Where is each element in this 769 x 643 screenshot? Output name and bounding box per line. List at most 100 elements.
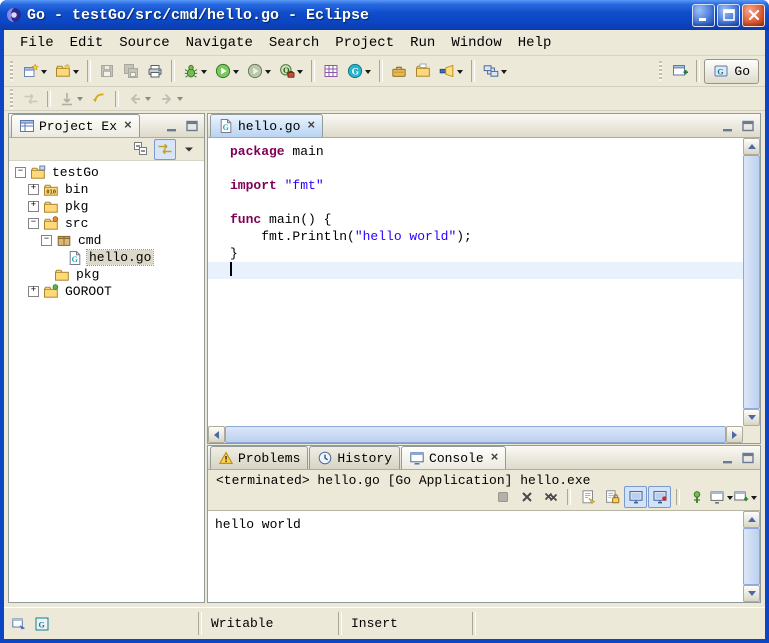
open-perspective-button[interactable] [668,58,692,84]
remove-all-terminated-button[interactable] [539,486,562,508]
perspective-go-button[interactable]: GGo [704,59,759,84]
collapse-all-button[interactable] [130,139,152,160]
tree-item-cmd[interactable]: −cmd [9,232,204,249]
expand-icon[interactable]: + [28,201,39,212]
toolbox-button[interactable] [387,58,411,84]
tab-project-explorer[interactable]: Project Ex × [11,114,140,137]
toolbar-grip[interactable] [659,61,662,81]
fast-view-icon[interactable] [11,616,27,632]
new-wizard-button[interactable] [19,58,51,84]
minimize-view-button[interactable] [163,117,181,134]
display-console-button[interactable] [709,486,732,508]
tree-item-bin[interactable]: +010bin [9,181,204,198]
expand-icon[interactable]: + [28,184,39,195]
close-button[interactable] [742,4,765,27]
vertical-scrollbar-thumb[interactable] [743,155,760,409]
menu-file[interactable]: File [12,33,62,53]
code-editor[interactable]: package mainimport "fmt"func main() { fm… [208,138,743,426]
menu-project[interactable]: Project [327,33,402,53]
stderr-monitor-button[interactable] [648,486,671,508]
collapse-icon[interactable]: − [15,167,26,178]
tree-item-testgo[interactable]: −testGo [9,164,204,181]
console-vertical-scrollbar[interactable] [743,511,760,602]
link-with-editor-button[interactable] [154,139,176,160]
last-edit-location-button[interactable] [87,86,111,112]
collapse-icon[interactable]: − [41,235,52,246]
tab-hello-go[interactable]: G hello.go × [210,114,323,137]
print-button[interactable] [143,58,167,84]
dropdown-arrow-icon[interactable] [77,97,83,104]
minimize-view-button[interactable] [719,449,737,466]
expand-icon[interactable]: + [28,286,39,297]
menu-search[interactable]: Search [261,33,327,53]
menu-run[interactable]: Run [402,33,443,53]
dropdown-arrow-icon[interactable] [365,70,371,77]
stdout-monitor-button[interactable] [624,486,647,508]
open-console-button[interactable] [733,486,756,508]
next-annotation-button[interactable] [55,86,87,112]
pin-console-button[interactable] [685,486,708,508]
dropdown-arrow-icon[interactable] [233,70,239,77]
vertical-scrollbar-thumb[interactable] [743,528,760,585]
forward-button[interactable] [155,86,187,112]
horizontal-scrollbar-thumb[interactable] [225,426,726,443]
menu-navigate[interactable]: Navigate [178,33,261,53]
scroll-lock-button[interactable] [600,486,623,508]
tree-item-pkg[interactable]: +pkg [9,198,204,215]
titlebar[interactable]: Go - testGo/src/cmd/hello.go - Eclipse [0,0,769,30]
terminate-button[interactable] [491,486,514,508]
clear-console-button[interactable] [576,486,599,508]
maximize-button[interactable] [717,4,740,27]
dropdown-arrow-icon[interactable] [201,70,207,77]
go-run-button[interactable]: G [343,58,375,84]
dropdown-arrow-icon[interactable] [73,70,79,77]
run-button[interactable] [211,58,243,84]
dropdown-arrow-icon[interactable] [457,70,463,77]
new-folder-button[interactable] [51,58,83,84]
tree-item-src[interactable]: −src [9,215,204,232]
view-menu-button[interactable] [178,139,200,160]
menu-source[interactable]: Source [111,33,177,53]
scroll-down-button[interactable] [743,409,760,426]
tab-history[interactable]: History [309,446,400,469]
toolbox-open-button[interactable] [411,58,435,84]
editor-vertical-scrollbar[interactable] [743,138,760,426]
collapse-icon[interactable]: − [28,218,39,229]
toolbar-grip[interactable] [10,61,13,81]
tree-item-goroot[interactable]: +GOROOT [9,283,204,300]
tab-console[interactable]: Console× [401,446,506,469]
dropdown-arrow-icon[interactable] [41,70,47,77]
menu-window[interactable]: Window [443,33,509,53]
scroll-up-button[interactable] [743,138,760,155]
menu-edit[interactable]: Edit [62,33,112,53]
maximize-view-button[interactable] [183,117,201,134]
editor-horizontal-scrollbar[interactable] [208,426,743,443]
scroll-down-button[interactable] [743,585,760,602]
maximize-view-button[interactable] [739,449,757,466]
close-icon[interactable]: × [307,121,315,131]
search-button[interactable] [435,58,467,84]
minimize-button[interactable] [692,4,715,27]
minimize-view-button[interactable] [719,117,737,134]
close-icon[interactable]: × [124,121,132,131]
dropdown-arrow-icon[interactable] [751,496,757,503]
dropdown-arrow-icon[interactable] [297,70,303,77]
dropdown-arrow-icon[interactable] [177,97,183,104]
close-icon[interactable]: × [491,453,499,463]
maximize-view-button[interactable] [739,117,757,134]
remove-launch-button[interactable] [515,486,538,508]
scroll-left-button[interactable] [208,426,225,443]
dropdown-arrow-icon[interactable] [145,97,151,104]
tree-item-pkg[interactable]: pkg [9,266,204,283]
coverage-button[interactable] [243,58,275,84]
link-with-editor-button[interactable] [19,86,43,112]
tab-problems[interactable]: Problems [210,446,308,469]
save-all-button[interactable] [119,58,143,84]
project-tree[interactable]: −testGo+010bin+pkg−src−cmdGhello.gopkg+G… [9,161,204,602]
save-button[interactable] [95,58,119,84]
debug-button[interactable] [179,58,211,84]
toolbar-grip[interactable] [10,89,13,109]
go-trim-icon[interactable]: G [34,616,50,632]
external-tools-button[interactable]: Q [275,58,307,84]
menu-help[interactable]: Help [510,33,560,53]
